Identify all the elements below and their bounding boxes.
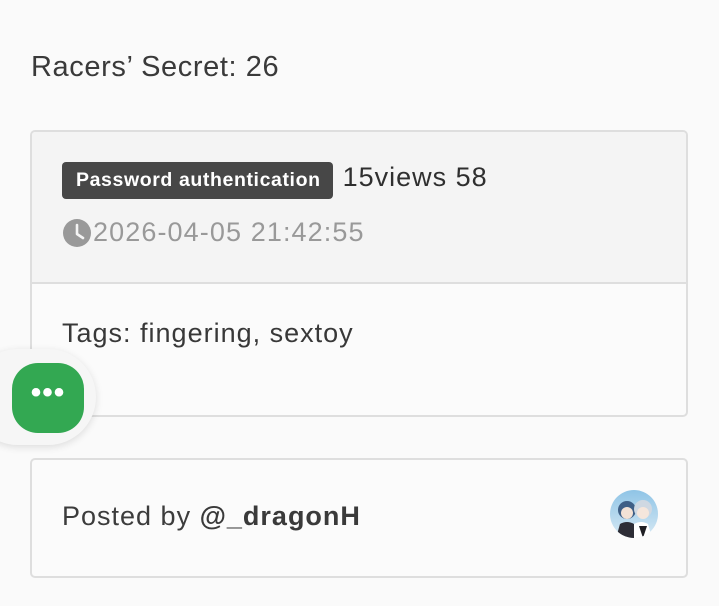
page-title: Racers’ Secret: 26 [31, 51, 280, 83]
post-card: Password authentication 15views 58 2026-… [30, 130, 688, 417]
post-date-row: 2026-04-05 21:42:55 [62, 217, 365, 248]
post-datetime: 2026-04-05 21:42:55 [93, 217, 365, 247]
post-tags: Tags: fingering, sextoy [62, 318, 354, 348]
avatar[interactable] [610, 490, 658, 538]
more-dots-icon: ••• [30, 376, 66, 409]
posted-by: Posted by @_dragonH [62, 501, 361, 532]
posted-by-label: Posted by [62, 501, 200, 531]
more-options-button[interactable]: ••• [12, 363, 84, 433]
views-count: 15views 58 [342, 162, 488, 192]
clock-icon [62, 218, 92, 248]
post-card-header: Password authentication 15views 58 2026-… [32, 132, 686, 284]
post-meta-row: Password authentication 15views 58 [62, 162, 488, 199]
author-handle-link[interactable]: @_dragonH [200, 501, 361, 531]
auth-badge: Password authentication [62, 162, 333, 199]
author-card: Posted by @_dragonH [30, 458, 688, 578]
